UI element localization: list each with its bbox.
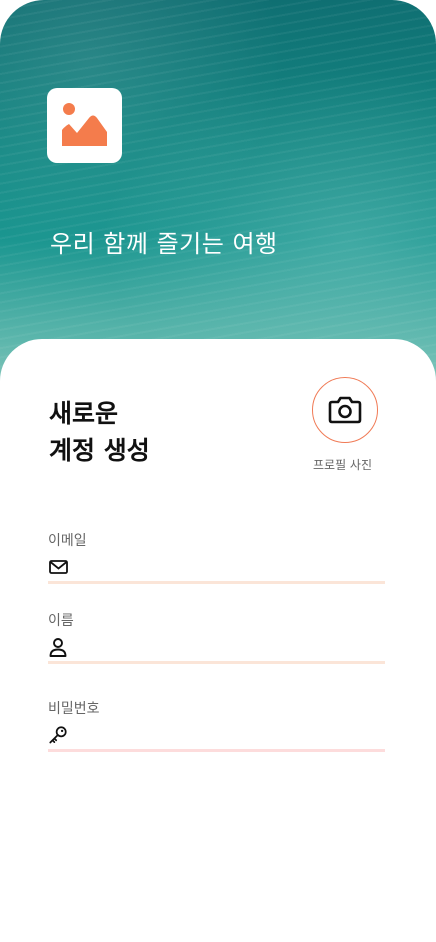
signup-screen: 우리 함께 즐기는 여행 새로운 계정 생성 프로필 사진 이메일 이름 비밀번…	[0, 0, 436, 942]
password-field-row	[48, 724, 385, 752]
email-field-row	[48, 556, 385, 584]
page-title: 새로운 계정 생성	[49, 395, 150, 469]
password-field: 비밀번호	[48, 698, 385, 752]
key-icon	[48, 725, 68, 745]
profile-photo-button[interactable]	[312, 377, 378, 443]
name-field: 이름	[48, 610, 385, 664]
person-icon	[48, 637, 68, 657]
email-field: 이메일	[48, 530, 385, 584]
hero-tagline: 우리 함께 즐기는 여행	[50, 230, 278, 258]
name-input[interactable]	[76, 638, 385, 656]
mountain-sun-logo-icon	[62, 103, 107, 146]
app-logo	[47, 88, 122, 163]
page-title-line-1: 새로운	[49, 399, 119, 428]
name-field-label: 이름	[48, 613, 74, 629]
email-input[interactable]	[76, 558, 385, 576]
camera-icon	[328, 396, 362, 424]
mail-icon	[48, 557, 68, 577]
page-title-line-2: 계정 생성	[49, 436, 150, 465]
password-field-label: 비밀번호	[48, 701, 100, 717]
profile-photo-label: 프로필 사진	[313, 458, 373, 472]
password-input[interactable]	[76, 726, 385, 744]
name-field-row	[48, 636, 385, 664]
email-field-label: 이메일	[48, 533, 87, 549]
